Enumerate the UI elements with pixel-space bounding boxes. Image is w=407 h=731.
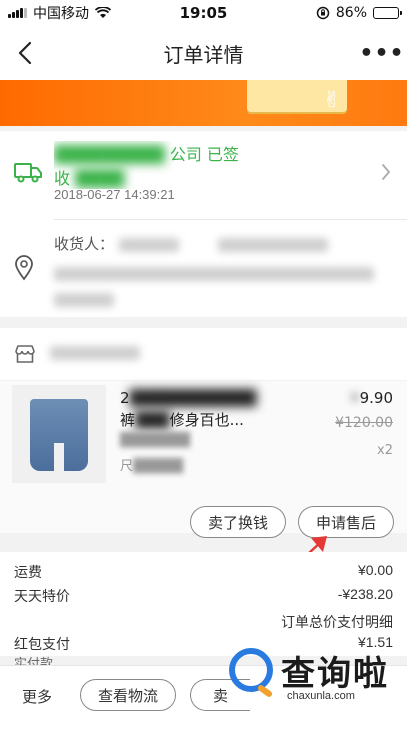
page-title: 订单详情 xyxy=(163,42,244,67)
product-price-value: 9.90 xyxy=(359,389,393,407)
shop-name-redacted xyxy=(50,346,140,360)
watermark-domain: chaxunla.com xyxy=(287,690,355,702)
receiver-name-redacted xyxy=(118,237,179,252)
original-price: ¥120.00 xyxy=(335,415,393,431)
receiver-label: 收货人： xyxy=(54,235,115,253)
fee-row-shipping: 运费 ¥0.00 xyxy=(14,562,393,582)
fee-row-discount: 天天特价 -¥238.20 xyxy=(14,586,393,606)
product-title-line2-start: 裤 xyxy=(120,411,136,429)
chevron-right-icon xyxy=(382,164,391,180)
watermark-text: 查询啦 xyxy=(281,654,389,694)
address-redacted xyxy=(54,267,374,307)
total-payment-detail-link[interactable]: 订单总价支付明细 xyxy=(281,612,393,632)
receiver-line: 收货人： xyxy=(54,233,328,254)
denim-shorts-image xyxy=(30,399,88,471)
logistics-detail-blurred: ████ xyxy=(75,169,125,188)
address-card: 收货人： xyxy=(0,219,407,317)
product-price: ¥9.90 xyxy=(350,389,393,407)
truck-icon xyxy=(14,163,42,183)
shop-header[interactable] xyxy=(0,328,407,380)
clock: 19:05 xyxy=(179,4,228,22)
quantity: x2 xyxy=(377,443,393,458)
view-logistics-button[interactable]: 查看物流 xyxy=(80,679,176,711)
fee-label: 红包支付 xyxy=(14,637,70,653)
logistics-status-suffix: 公司 已签 xyxy=(169,145,239,164)
fee-value: ¥0.00 xyxy=(357,562,393,578)
status-bar: 中国移动 19:05 86% xyxy=(0,0,407,26)
divider xyxy=(54,219,407,220)
receiver-phone-redacted xyxy=(217,237,328,252)
back-button[interactable] xyxy=(0,26,50,80)
fee-label: 天天特价 xyxy=(14,589,70,605)
status-right: 86% xyxy=(259,5,402,21)
banner-figure-icon: ✌ xyxy=(322,88,341,113)
logistics-time: 2018-06-27 14:39:21 xyxy=(54,187,175,202)
magnifier-logo-icon xyxy=(229,648,273,692)
signal-icon xyxy=(8,8,27,18)
logistics-status: █████████ 公司 已签 收 ████ xyxy=(54,141,374,189)
more-button[interactable]: 更多 xyxy=(22,686,52,707)
product-sku-line2: 尺█████ xyxy=(120,459,184,474)
fee-label: 运费 xyxy=(14,565,42,581)
store-icon xyxy=(15,345,35,363)
product-title-prefix: 2 xyxy=(120,389,130,407)
battery-percent: 86% xyxy=(335,5,367,21)
logistics-card[interactable]: █████████ 公司 已签 收 ████ 2018-06-27 14:39:… xyxy=(0,131,407,219)
fee-value: -¥238.20 xyxy=(337,586,393,602)
carrier-label: 中国移动 xyxy=(33,6,89,22)
product-title: 2███████████ 裤███修身百也... xyxy=(120,387,310,431)
more-options-button[interactable]: ••• xyxy=(357,26,407,80)
battery-icon xyxy=(373,7,402,19)
watermark-logo: 查询啦 chaxunla.com xyxy=(229,646,389,702)
rotation-lock-icon xyxy=(316,6,330,20)
location-pin-icon xyxy=(15,255,33,281)
product-title-blurred: ███████████ xyxy=(129,389,257,407)
fee-summary: 运费 ¥0.00 天天特价 -¥238.20 订单总价支付明细 红包支付 ¥1.51 xyxy=(0,552,407,656)
status-left: 中国移动 xyxy=(8,3,148,23)
product-thumbnail xyxy=(12,385,106,483)
product-title-line2-end: 修身百也... xyxy=(169,411,244,429)
product-title-line2-blurred: ███ xyxy=(135,411,170,429)
product-sku: ███████ xyxy=(120,433,190,448)
nav-bar: 订单详情 ••• xyxy=(0,26,407,80)
logistics-status-blurred: █████████ xyxy=(54,145,165,164)
order-status-banner: ✌ xyxy=(0,80,407,126)
logistics-status-prefix: 收 xyxy=(54,169,71,188)
resell-button[interactable]: 卖了换钱 xyxy=(190,506,286,538)
wifi-icon xyxy=(95,7,111,18)
fee-row-actual-payment-partial: 实付款 xyxy=(14,657,54,665)
sku-prefix: 尺 xyxy=(120,459,134,474)
chevron-left-icon xyxy=(18,41,32,65)
